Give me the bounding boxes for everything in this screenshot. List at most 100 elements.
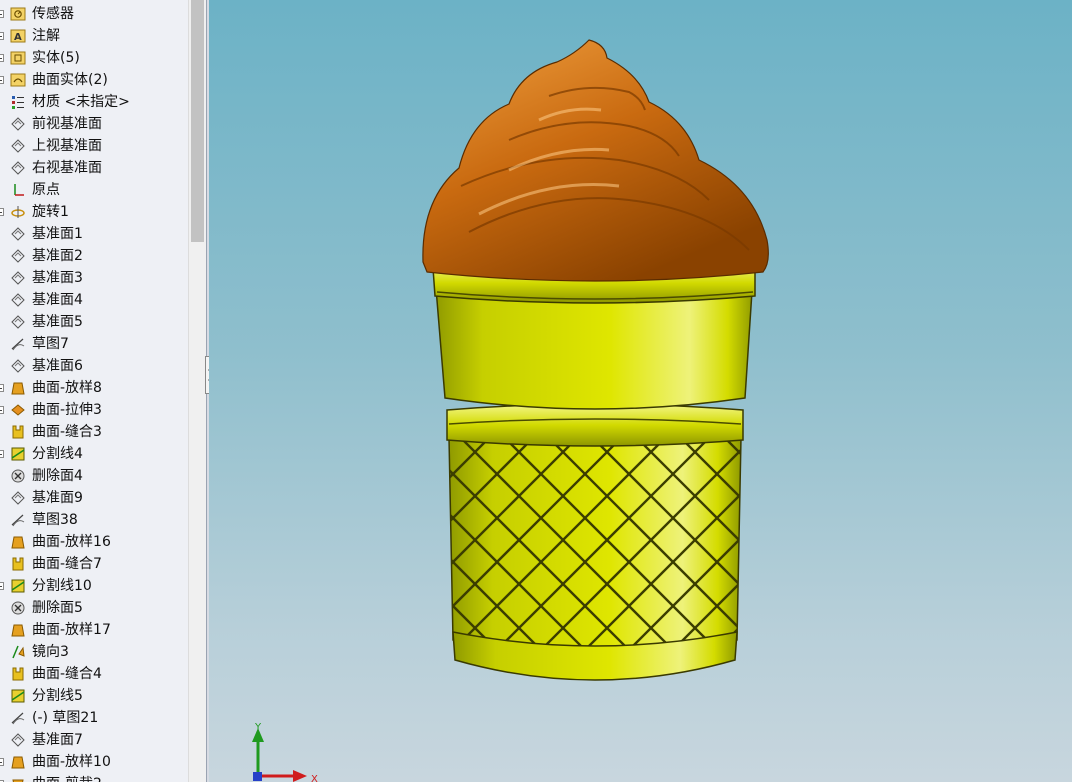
tree-item-label: 曲面-缝合4	[32, 666, 102, 682]
tree-item-label: 曲面-缝合7	[32, 556, 102, 572]
tree-item[interactable]: 镜向3	[0, 641, 188, 663]
tree-item[interactable]: 基准面5	[0, 311, 188, 333]
surface-knit-icon	[12, 557, 24, 571]
tree-item[interactable]: 曲面-剪裁2	[0, 773, 188, 782]
middle-ring[interactable]	[446, 403, 744, 447]
solid-bodies-folder-icon	[10, 51, 26, 65]
expand-toggle-icon[interactable]	[0, 32, 4, 40]
scrollbar-thumb[interactable]	[191, 0, 204, 242]
expand-toggle-icon[interactable]	[0, 450, 4, 458]
tree-item[interactable]: 曲面-放样16	[0, 531, 188, 553]
tree-item[interactable]: 曲面-拉伸3	[0, 399, 188, 421]
expand-toggle-icon[interactable]	[0, 54, 4, 62]
tree-item-label: 基准面4	[32, 292, 83, 308]
surface-knit-icon	[12, 667, 24, 681]
plane-icon	[11, 293, 25, 307]
feature-tree-panel: 传感器 A 注解 实体(5) 曲面实体(2) 材质 <未指定> 前视基准面上视基准面 右视基准…	[0, 0, 206, 782]
plane-icon	[11, 271, 25, 285]
tree-item[interactable]: 曲面-放样10	[0, 751, 188, 773]
split-line-icon	[11, 447, 25, 461]
tree-item-label: 材质 <未指定>	[32, 94, 130, 110]
tree-item[interactable]: 基准面1	[0, 223, 188, 245]
tree-item[interactable]: 分割线5	[0, 685, 188, 707]
sketch-icon	[11, 338, 25, 351]
tree-item-label: 旋转1	[32, 204, 69, 220]
tree-item[interactable]: 分割线10	[0, 575, 188, 597]
plane-icon	[11, 359, 25, 373]
tree-item-label: 基准面6	[32, 358, 83, 374]
tree-item-label: 曲面-剪裁2	[32, 775, 102, 782]
ice-cream-model[interactable]	[209, 0, 1072, 782]
tree-item[interactable]: 分割线4	[0, 443, 188, 465]
surface-loft-icon	[11, 624, 25, 637]
tree-item[interactable]: 基准面9	[0, 487, 188, 509]
graphics-viewport[interactable]: Y X	[209, 0, 1072, 782]
delete-face-icon	[11, 469, 25, 483]
surface-loft-icon	[11, 382, 25, 395]
tree-item[interactable]: 曲面-缝合4	[0, 663, 188, 685]
feature-tree-scrollbar[interactable]	[188, 0, 206, 782]
tree-item-label: 基准面9	[32, 490, 83, 506]
sketch-icon	[11, 514, 25, 527]
plane-icon	[11, 227, 25, 241]
tree-item[interactable]: 原点	[0, 179, 188, 201]
surface-bodies-folder-icon	[10, 73, 26, 87]
tree-item[interactable]: 右视基准面	[0, 157, 188, 179]
tree-item[interactable]: 基准面3	[0, 267, 188, 289]
tree-item-label: 原点	[32, 182, 60, 198]
plane-icon	[11, 733, 25, 747]
tree-item[interactable]: 曲面-缝合3	[0, 421, 188, 443]
y-axis-label: Y	[254, 722, 262, 733]
tree-item[interactable]: 旋转1	[0, 201, 188, 223]
tree-item[interactable]: 前视基准面	[0, 113, 188, 135]
axis-triad: Y X	[252, 722, 318, 782]
ice-cream-swirl[interactable]	[422, 39, 769, 282]
svg-text:A: A	[14, 32, 22, 43]
tree-item[interactable]: 草图7	[0, 333, 188, 355]
tree-item[interactable]: 材质 <未指定>	[0, 91, 188, 113]
expand-toggle-icon[interactable]	[0, 208, 4, 216]
tree-item[interactable]: 基准面7	[0, 729, 188, 751]
surface-loft-icon	[11, 536, 25, 549]
tree-item[interactable]: 曲面-放样17	[0, 619, 188, 641]
tree-item[interactable]: (-) 草图21	[0, 707, 188, 729]
tree-item[interactable]: 曲面实体(2)	[0, 69, 188, 91]
expand-toggle-icon[interactable]	[0, 76, 4, 84]
expand-toggle-icon[interactable]	[0, 384, 4, 392]
tree-item-label: 基准面7	[32, 732, 83, 748]
tree-item-label: 曲面实体(2)	[32, 72, 108, 88]
sensor-folder-icon	[10, 7, 26, 21]
tree-item-label: 分割线4	[32, 446, 83, 462]
plane-icon	[11, 117, 25, 131]
surface-loft-icon	[11, 756, 25, 769]
tree-item[interactable]: 上视基准面	[0, 135, 188, 157]
split-line-icon	[11, 579, 25, 593]
plane-icon	[11, 491, 25, 505]
tree-item[interactable]: 基准面6	[0, 355, 188, 377]
plane-icon	[11, 315, 25, 329]
tree-item-label: 删除面4	[32, 468, 83, 484]
tree-item[interactable]: 传感器	[0, 3, 188, 25]
tree-item[interactable]: 删除面5	[0, 597, 188, 619]
tree-item-label: 曲面-放样10	[32, 754, 111, 770]
expand-toggle-icon[interactable]	[0, 10, 4, 18]
tree-item[interactable]: 基准面2	[0, 245, 188, 267]
tree-item-label: 曲面-放样17	[32, 622, 111, 638]
tree-item[interactable]: 曲面-放样8	[0, 377, 188, 399]
tree-item[interactable]: 曲面-缝合7	[0, 553, 188, 575]
expand-toggle-icon[interactable]	[0, 406, 4, 414]
expand-toggle-icon[interactable]	[0, 582, 4, 590]
tree-item[interactable]: A 注解	[0, 25, 188, 47]
tree-item-label: 前视基准面	[32, 116, 102, 132]
tree-item[interactable]: 基准面4	[0, 289, 188, 311]
expand-toggle-icon[interactable]	[0, 758, 4, 766]
tree-item-label: 曲面-放样16	[32, 534, 111, 550]
tree-item[interactable]: 删除面4	[0, 465, 188, 487]
tree-item-label: 草图7	[32, 336, 69, 352]
tree-item-label: 曲面-拉伸3	[32, 402, 102, 418]
plane-icon	[11, 139, 25, 153]
tree-item[interactable]: 实体(5)	[0, 47, 188, 69]
tree-item-label: 曲面-放样8	[32, 380, 102, 396]
tree-item[interactable]: 草图38	[0, 509, 188, 531]
tree-item-label: 草图38	[32, 512, 78, 528]
